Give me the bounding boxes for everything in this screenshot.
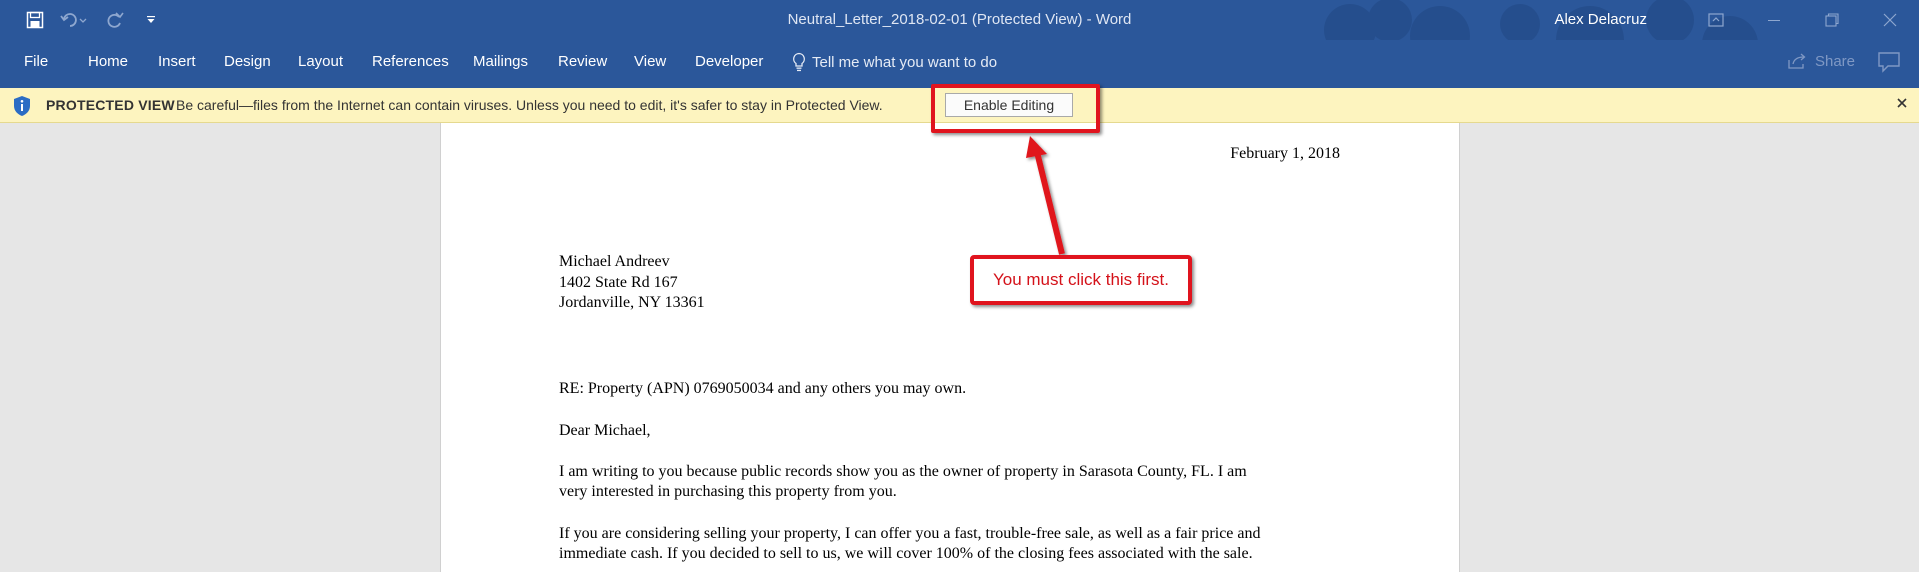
paragraph-1-line-1: I am writing to you because public recor… [559, 463, 1247, 480]
window-controls [1687, 0, 1919, 40]
tab-design[interactable]: Design [224, 53, 271, 70]
title-bar: Neutral_Letter_2018-02-01 (Protected Vie… [0, 0, 1919, 74]
tab-developer[interactable]: Developer [695, 53, 763, 70]
tell-me-label: Tell me what you want to do [812, 53, 998, 71]
paragraph-1-line-2: very interested in purchasing this prope… [559, 483, 897, 500]
salutation: Dear Michael, [559, 422, 651, 439]
tell-me-search[interactable]: Tell me what you want to do [792, 52, 997, 72]
user-name[interactable]: Alex Delacruz [1554, 11, 1647, 28]
tab-references[interactable]: References [372, 53, 449, 70]
tab-view[interactable]: View [634, 53, 666, 70]
tab-file[interactable]: File [24, 53, 48, 70]
close-icon[interactable] [1861, 0, 1919, 40]
ribbon-tabs: File Home Insert Design Layout Reference… [0, 40, 1919, 88]
tab-home[interactable]: Home [88, 53, 128, 70]
close-bar-icon[interactable] [1895, 96, 1909, 115]
protected-view-title: PROTECTED VIEW [46, 97, 175, 113]
comment-icon[interactable] [1877, 50, 1901, 79]
annotation-arrow [1026, 136, 1065, 255]
tab-insert[interactable]: Insert [158, 53, 196, 70]
restore-icon[interactable] [1803, 0, 1861, 40]
ribbon-display-options-icon[interactable] [1687, 0, 1745, 40]
recipient-name: Michael Andreev [559, 253, 670, 270]
recipient-city: Jordanville, NY 13361 [559, 294, 705, 311]
letter-date: February 1, 2018 [1230, 145, 1340, 162]
protected-view-message: Be careful—files from the Internet can c… [176, 97, 883, 113]
re-line: RE: Property (APN) 0769050034 and any ot… [559, 380, 967, 397]
share-icon [1788, 53, 1806, 69]
recipient-street: 1402 State Rd 167 [559, 274, 678, 291]
tab-mailings[interactable]: Mailings [473, 53, 528, 70]
share-label: Share [1814, 52, 1855, 70]
shield-info-icon [12, 95, 32, 122]
lightbulb-icon [793, 52, 805, 72]
document-page[interactable]: February 1, 2018 Michael Andreev 1402 St… [440, 123, 1460, 572]
tab-review[interactable]: Review [558, 53, 607, 70]
minimize-icon[interactable] [1745, 0, 1803, 40]
tab-layout[interactable]: Layout [298, 53, 343, 70]
paragraph-2-line-1: If you are considering selling your prop… [559, 525, 1261, 542]
share-button[interactable]: Share [1787, 52, 1855, 70]
annotation-callout: You must click this first. [970, 255, 1192, 305]
paragraph-2-line-2: immediate cash. If you decided to sell t… [559, 545, 1253, 562]
annotation-highlight-box [931, 84, 1100, 133]
